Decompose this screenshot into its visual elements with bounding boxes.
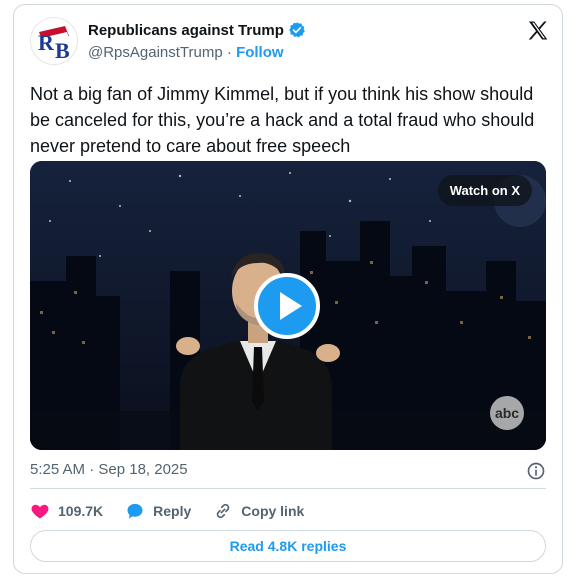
reply-bubble-icon xyxy=(127,503,143,519)
reply-button[interactable]: Reply xyxy=(125,501,191,521)
copy-link-button[interactable]: Copy link xyxy=(213,501,304,521)
verified-badge-icon xyxy=(289,22,305,38)
like-count: 109.7K xyxy=(58,503,104,519)
svg-text:B: B xyxy=(55,38,70,63)
handle-separator: · xyxy=(226,44,232,61)
info-icon[interactable] xyxy=(526,461,546,481)
tweet-card: R B Republicans against Trump @RpsAgains… xyxy=(13,4,563,574)
divider xyxy=(30,488,546,489)
action-bar: 109.7K Reply Copy link xyxy=(30,499,326,523)
author-name[interactable]: Republicans against Trump xyxy=(88,22,284,39)
read-replies-button[interactable]: Read 4.8K replies xyxy=(30,530,546,562)
copy-link-label: Copy link xyxy=(241,503,305,519)
like-button[interactable]: 109.7K xyxy=(30,501,103,521)
heart-icon xyxy=(31,504,49,519)
watch-on-x-button[interactable]: Watch on X xyxy=(437,175,532,206)
avatar-logo-icon: R B xyxy=(38,26,70,63)
follow-button[interactable]: Follow xyxy=(236,44,284,61)
svg-text:R: R xyxy=(38,30,55,55)
tweet-header: R B Republicans against Trump @RpsAgains… xyxy=(30,17,550,67)
tweet-text: Not a big fan of Jimmy Kimmel, but if yo… xyxy=(30,84,535,156)
network-logo: abc xyxy=(490,396,524,430)
video-player[interactable]: Watch on X abc xyxy=(30,161,546,450)
author-handle-row: @RpsAgainstTrump · Follow xyxy=(88,44,284,61)
tweet-meta: 5:25 AM · Sep 18, 2025 xyxy=(30,461,546,481)
author-name-row: Republicans against Trump xyxy=(88,21,306,39)
play-icon[interactable] xyxy=(254,273,320,339)
x-logo-icon[interactable] xyxy=(526,19,550,43)
avatar[interactable]: R B xyxy=(30,17,78,65)
reply-label: Reply xyxy=(153,503,192,519)
tweet-timestamp[interactable]: 5:25 AM · Sep 18, 2025 xyxy=(30,461,188,478)
author-handle[interactable]: @RpsAgainstTrump xyxy=(88,44,223,61)
link-icon xyxy=(217,503,230,519)
